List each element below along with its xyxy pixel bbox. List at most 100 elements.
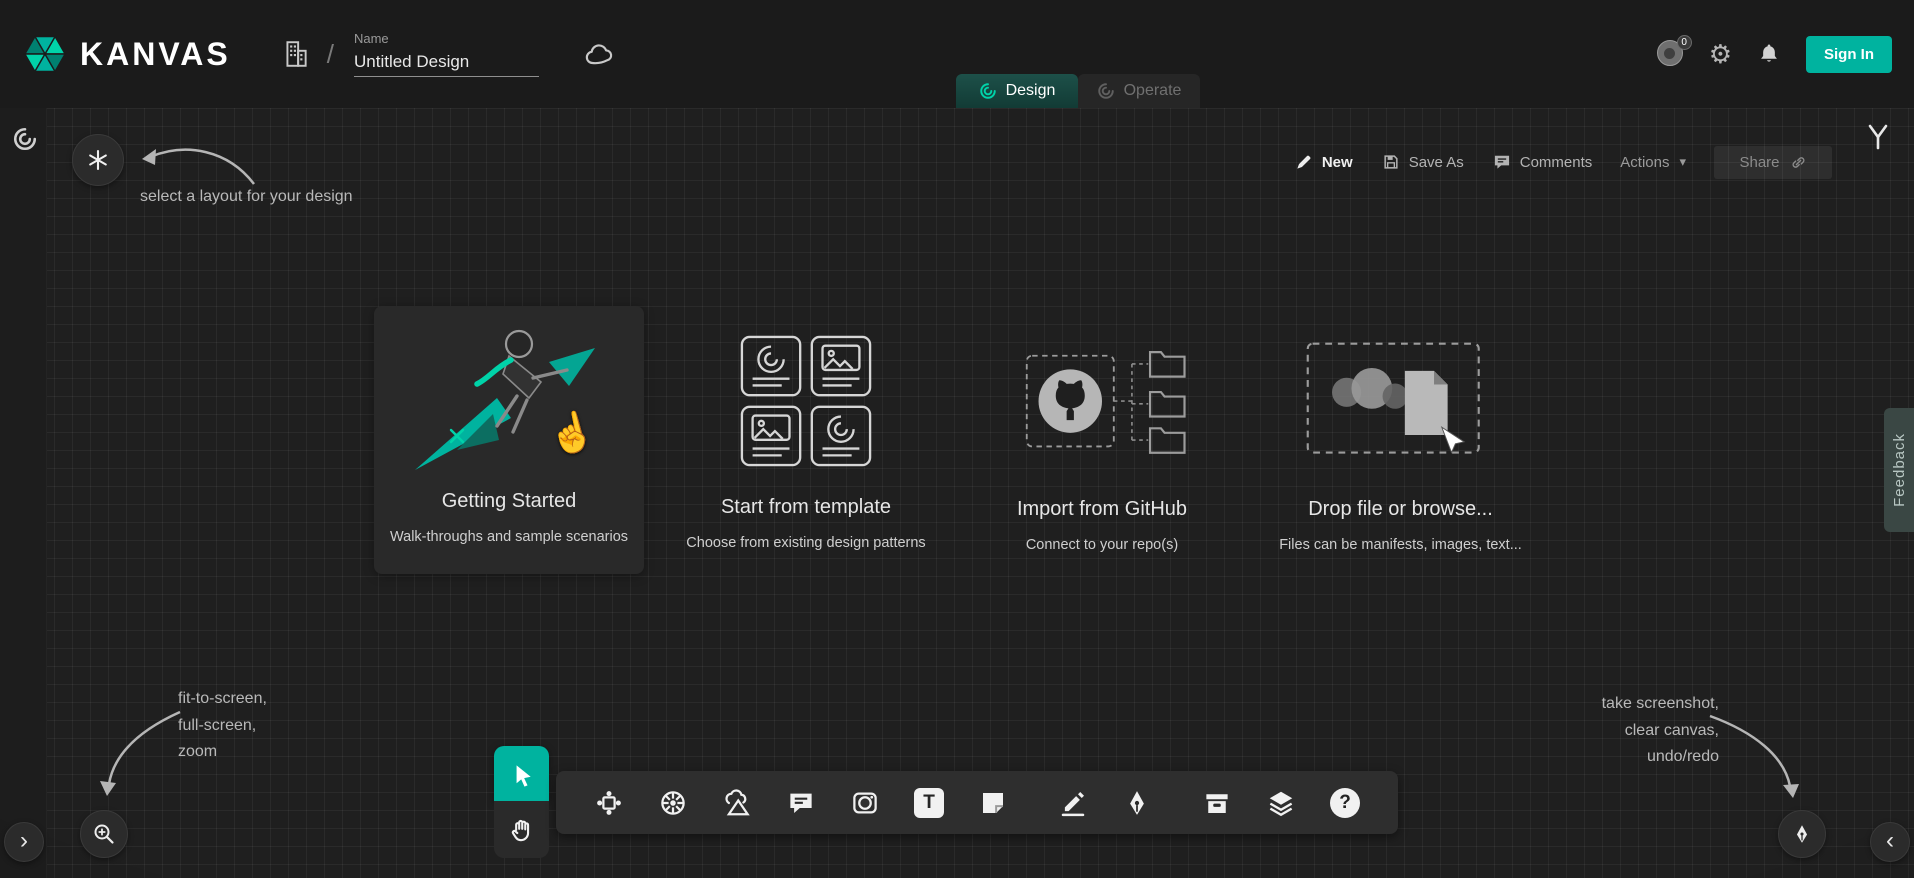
card-subtitle: Files can be manifests, images, text... <box>1279 537 1522 553</box>
screenshot-pen-button[interactable] <box>1778 810 1826 858</box>
meshery-spinner-icon <box>12 126 38 152</box>
snowflake-layout-icon <box>86 148 110 172</box>
help-icon: ? <box>1330 788 1360 818</box>
bottom-left-hint-arrow <box>92 704 187 804</box>
pencil-icon <box>1294 152 1314 172</box>
tool-select-cursor[interactable] <box>494 746 549 801</box>
pan-hand-icon <box>508 816 536 844</box>
operate-tab-icon <box>1097 82 1115 100</box>
card-subtitle: Choose from existing design patterns <box>686 535 925 551</box>
bottom-left-hint: fit-to-screen, full-screen, zoom <box>178 686 267 766</box>
tool-import[interactable] <box>1202 788 1232 818</box>
credits-button[interactable]: 0 <box>1657 40 1685 68</box>
breadcrumb-separator: / <box>327 39 334 70</box>
chevron-right-icon: › <box>20 829 28 856</box>
actions-label: Actions <box>1620 154 1669 171</box>
share-button[interactable]: Share <box>1714 146 1832 179</box>
link-icon <box>1790 154 1807 171</box>
zoom-button[interactable] <box>80 810 128 858</box>
drop-file-icon <box>1301 334 1501 470</box>
draw-pen-icon <box>1122 788 1152 818</box>
hint-line: full-screen, <box>178 713 267 740</box>
actions-dropdown[interactable]: Actions ▾ <box>1620 154 1686 171</box>
zoom-in-icon <box>92 822 116 846</box>
topbar-actions: 0 ⚙ Sign In <box>1657 36 1892 73</box>
brand[interactable]: KANVAS <box>22 31 231 77</box>
card-start-from-template[interactable]: Start from template Choose from existing… <box>668 334 944 551</box>
tool-media[interactable] <box>850 788 880 818</box>
tool-pan-hand[interactable] <box>494 801 549 858</box>
comments-label: Comments <box>1520 154 1593 171</box>
bottom-right-hint-arrow <box>1702 706 1807 806</box>
text-tool-icon: T <box>914 788 944 818</box>
pen-nib-icon <box>1791 823 1813 845</box>
feedback-tab[interactable]: Feedback <box>1884 408 1914 532</box>
card-subtitle: Walk-throughs and sample scenarios <box>390 529 628 545</box>
annotate-pencil-icon <box>1058 788 1088 818</box>
design-tab-label: Design <box>1006 82 1056 100</box>
credits-badge: 0 <box>1677 35 1692 50</box>
design-canvas[interactable]: select a layout for your design New Save… <box>0 108 1914 878</box>
cloud-sync-icon[interactable] <box>583 42 615 66</box>
tool-kubernetes[interactable] <box>658 788 688 818</box>
bottom-toolbar: T <box>556 771 1398 834</box>
tool-layers[interactable] <box>1266 788 1296 818</box>
layout-picker-button[interactable] <box>72 134 124 186</box>
card-title: Import from GitHub <box>1017 498 1187 521</box>
card-title: Getting Started <box>442 490 577 513</box>
mode-tabs: Design Operate <box>956 74 1200 108</box>
tool-sticky-note[interactable] <box>978 788 1008 818</box>
hint-line: zoom <box>178 739 267 766</box>
tab-operate[interactable]: Operate <box>1078 74 1200 108</box>
media-icon <box>850 788 880 818</box>
left-panel-rail <box>0 108 47 878</box>
organization-icon[interactable] <box>283 39 309 69</box>
save-icon <box>1381 152 1401 172</box>
canvas-actions-toolbar: New Save As Comments Actions ▾ <box>1294 144 1832 180</box>
tool-text[interactable]: T <box>914 788 944 818</box>
new-design-button[interactable]: New <box>1294 152 1353 172</box>
tool-draw[interactable] <box>1122 788 1152 818</box>
caret-down-icon: ▾ <box>1679 154 1686 170</box>
operate-tab-label: Operate <box>1124 82 1182 100</box>
design-name-label: Name <box>354 31 539 46</box>
component-icon <box>594 788 624 818</box>
notifications-bell-icon[interactable] <box>1756 41 1782 67</box>
comments-button[interactable]: Comments <box>1492 152 1593 172</box>
shapes-icon <box>722 788 752 818</box>
cursor-arrow-icon <box>509 761 535 787</box>
card-getting-started[interactable]: Getting Started Walk-throughs and sample… <box>374 306 644 574</box>
design-name-input[interactable] <box>354 50 539 77</box>
comment-icon <box>786 788 816 818</box>
import-drawer-icon <box>1202 788 1232 818</box>
kanvas-logo-icon <box>22 31 68 77</box>
layers-icon <box>1266 788 1296 818</box>
yaml-panel-icon[interactable] <box>1864 122 1892 152</box>
tool-annotate[interactable] <box>1058 788 1088 818</box>
design-name-block: Name <box>354 31 539 77</box>
design-tab-icon <box>979 82 997 100</box>
expand-left-panel-button[interactable]: › <box>4 822 44 862</box>
tool-help[interactable]: ? <box>1330 788 1360 818</box>
sign-in-button[interactable]: Sign In <box>1806 36 1892 73</box>
card-title: Drop file or browse... <box>1308 498 1493 521</box>
layout-hint-text: select a layout for your design <box>140 184 353 211</box>
comments-icon <box>1492 152 1512 172</box>
settings-gear-icon[interactable]: ⚙ <box>1709 41 1732 67</box>
tool-shapes[interactable] <box>722 788 752 818</box>
save-as-button[interactable]: Save As <box>1381 152 1464 172</box>
tool-comment[interactable] <box>786 788 816 818</box>
helm-wheel-icon <box>658 788 688 818</box>
card-drop-file[interactable]: Drop file or browse... Files can be mani… <box>1248 334 1553 553</box>
github-import-icon <box>997 334 1207 470</box>
card-import-from-github[interactable]: Import from GitHub Connect to your repo(… <box>952 334 1252 553</box>
expand-right-panel-button[interactable]: ‹ <box>1870 822 1910 862</box>
brand-name: KANVAS <box>80 36 231 73</box>
sticky-note-icon <box>978 788 1008 818</box>
tab-design[interactable]: Design <box>956 74 1078 108</box>
card-title: Start from template <box>721 496 891 519</box>
new-label: New <box>1322 154 1353 171</box>
tool-component[interactable] <box>594 788 624 818</box>
card-subtitle: Connect to your repo(s) <box>1026 537 1178 553</box>
save-as-label: Save As <box>1409 154 1464 171</box>
